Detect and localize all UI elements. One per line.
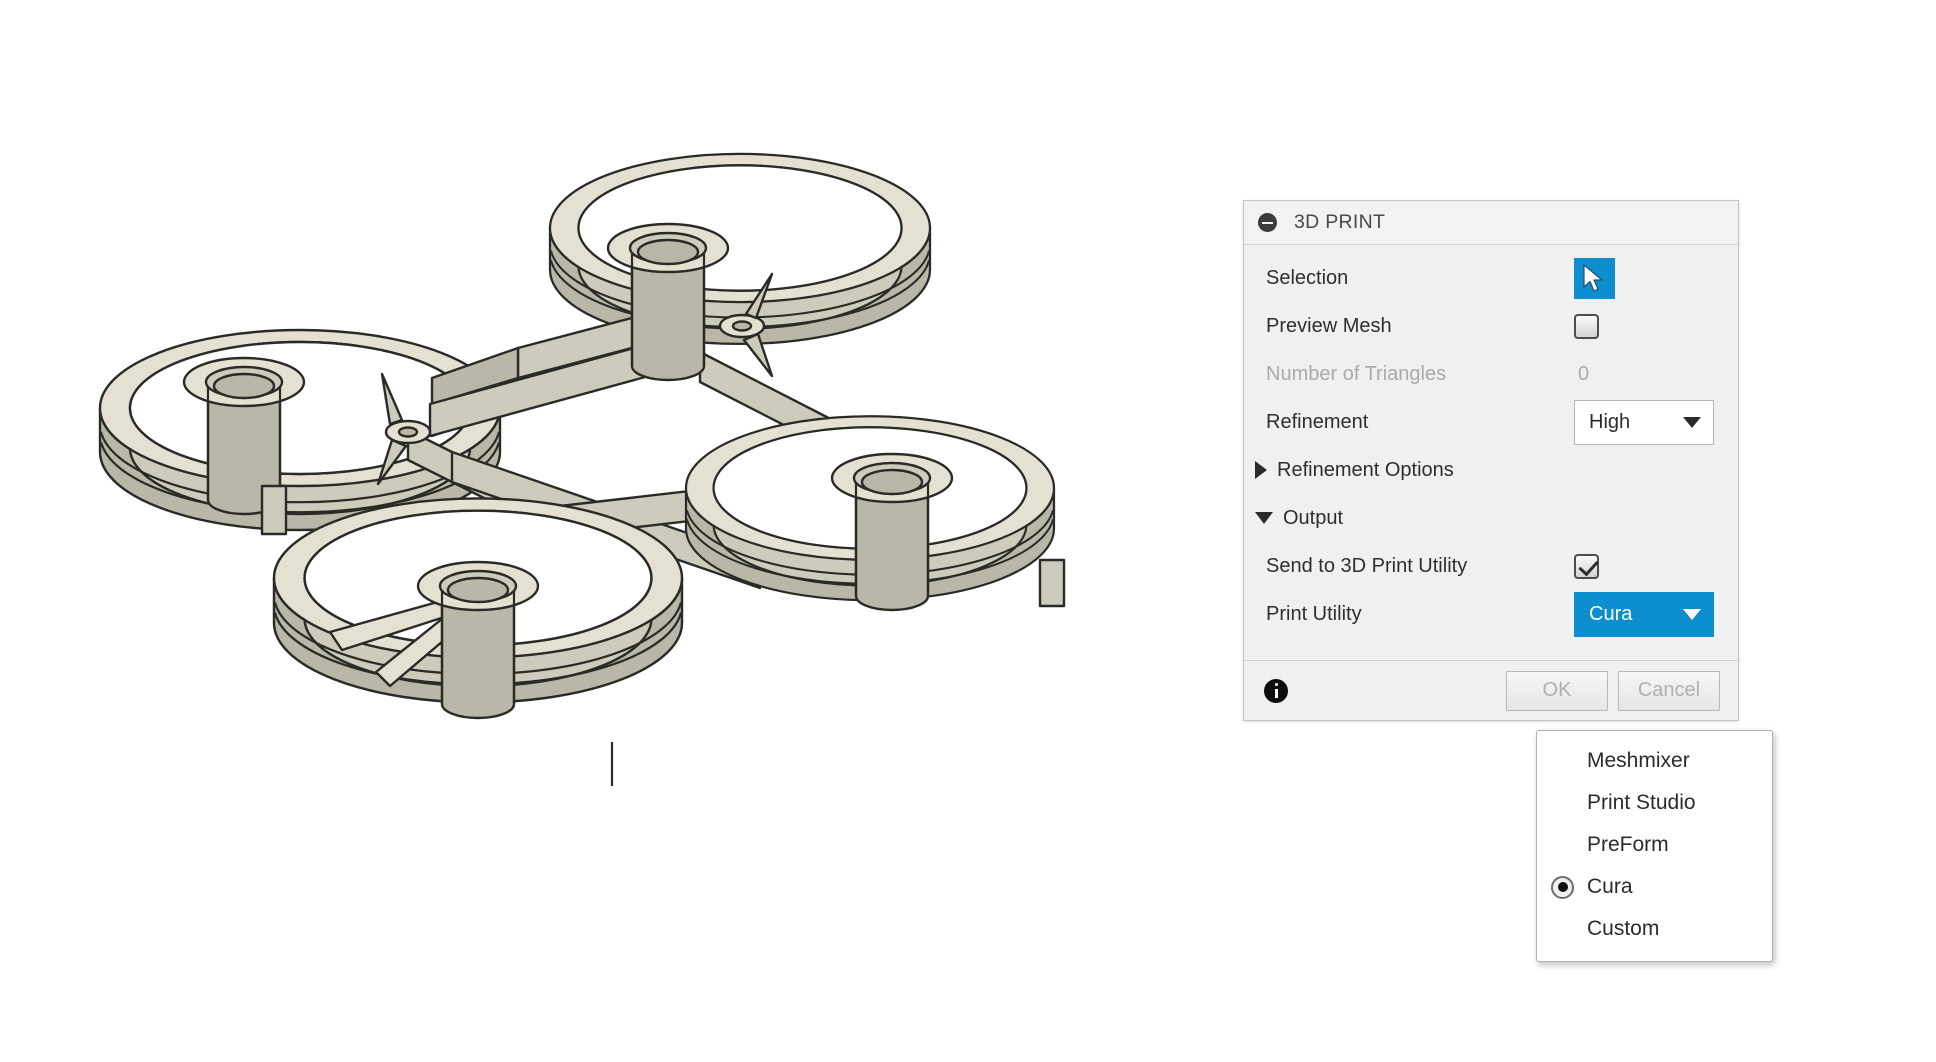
number-of-triangles-label: Number of Triangles xyxy=(1266,362,1447,385)
panel-body: Selection Preview Mesh Number of Triangl… xyxy=(1244,245,1738,660)
info-icon[interactable] xyxy=(1264,678,1288,703)
ok-button[interactable]: OK xyxy=(1506,670,1608,711)
row-preview-mesh: Preview Mesh xyxy=(1244,302,1738,350)
menu-radio-slot xyxy=(1551,747,1581,775)
menu-item-label: Custom xyxy=(1587,917,1660,940)
triangle-down-icon xyxy=(1255,512,1273,524)
panel-header[interactable]: 3D PRINT xyxy=(1244,201,1738,245)
menu-item-label: PreForm xyxy=(1587,833,1669,856)
menu-radio-slot xyxy=(1551,831,1581,859)
print-utility-select-value: Cura xyxy=(1589,602,1633,625)
page-title: 3D PRINT xyxy=(1294,211,1386,233)
menu-item-meshmixer[interactable]: Meshmixer xyxy=(1537,740,1772,782)
print-utility-control-slot: Cura xyxy=(1574,591,1714,637)
chevron-down-icon xyxy=(1683,608,1701,620)
selection-label: Selection xyxy=(1266,266,1349,289)
cursor-arrow-icon xyxy=(1583,263,1603,292)
row-send-to-3d-print-utility: Send to 3D Print Utility xyxy=(1244,542,1738,590)
refinement-select[interactable]: High xyxy=(1574,399,1714,445)
send-to-3d-print-utility-checkbox[interactable] xyxy=(1574,553,1599,579)
send-to-3d-print-utility-label: Send to 3D Print Utility xyxy=(1266,554,1468,577)
triangle-right-icon xyxy=(1255,461,1267,479)
row-refinement: Refinement High xyxy=(1244,398,1738,446)
menu-item-custom[interactable]: Custom xyxy=(1537,908,1772,950)
menu-radio-slot xyxy=(1551,873,1581,901)
preview-mesh-control-slot xyxy=(1574,313,1714,339)
radio-selected-icon xyxy=(1551,875,1574,899)
refinement-control-slot: High xyxy=(1574,399,1714,445)
circle-minus-icon[interactable] xyxy=(1258,213,1277,232)
row-number-of-triangles: Number of Triangles 0 xyxy=(1244,350,1738,398)
panel-footer: OK Cancel xyxy=(1244,660,1738,720)
number-of-triangles-value: 0 xyxy=(1578,362,1590,385)
selection-control-slot xyxy=(1574,257,1714,299)
preview-mesh-checkbox[interactable] xyxy=(1574,313,1599,339)
3d-print-panel: 3D PRINT Selection Preview Mesh Number o… xyxy=(1243,200,1739,721)
chevron-down-icon xyxy=(1683,416,1701,428)
group-refinement-options[interactable]: Refinement Options xyxy=(1244,446,1738,494)
menu-item-label: Print Studio xyxy=(1587,791,1696,814)
row-selection: Selection xyxy=(1244,254,1738,302)
print-utility-select[interactable]: Cura xyxy=(1574,591,1714,637)
selection-cursor-button[interactable] xyxy=(1574,257,1615,299)
3d-model-viewport[interactable]: .f { fill:#cdcbbc; stroke:#2a2a26; strok… xyxy=(0,0,1260,1062)
cancel-button[interactable]: Cancel xyxy=(1618,670,1720,711)
refinement-select-value: High xyxy=(1589,410,1631,433)
menu-item-label: Meshmixer xyxy=(1587,749,1690,772)
app-window: .f { fill:#cdcbbc; stroke:#2a2a26; strok… xyxy=(0,0,1936,1062)
output-label: Output xyxy=(1283,506,1344,529)
menu-item-label: Cura xyxy=(1587,875,1633,898)
print-utility-label: Print Utility xyxy=(1266,602,1362,625)
menu-radio-slot xyxy=(1551,789,1581,817)
send-to-3d-print-utility-control-slot xyxy=(1574,553,1714,579)
row-print-utility: Print Utility Cura xyxy=(1244,590,1738,638)
refinement-options-label: Refinement Options xyxy=(1277,458,1454,481)
refinement-label: Refinement xyxy=(1266,410,1369,433)
menu-item-cura[interactable]: Cura xyxy=(1537,866,1772,908)
menu-item-print-studio[interactable]: Print Studio xyxy=(1537,782,1772,824)
print-utility-menu: Meshmixer Print Studio PreForm Cura Cust… xyxy=(1536,730,1773,962)
menu-radio-slot xyxy=(1551,915,1581,943)
preview-mesh-label: Preview Mesh xyxy=(1266,314,1392,337)
drone-frame-model: .f { fill:#cdcbbc; stroke:#2a2a26; strok… xyxy=(98,152,1066,786)
menu-item-preform[interactable]: PreForm xyxy=(1537,824,1772,866)
group-output[interactable]: Output xyxy=(1244,494,1738,542)
